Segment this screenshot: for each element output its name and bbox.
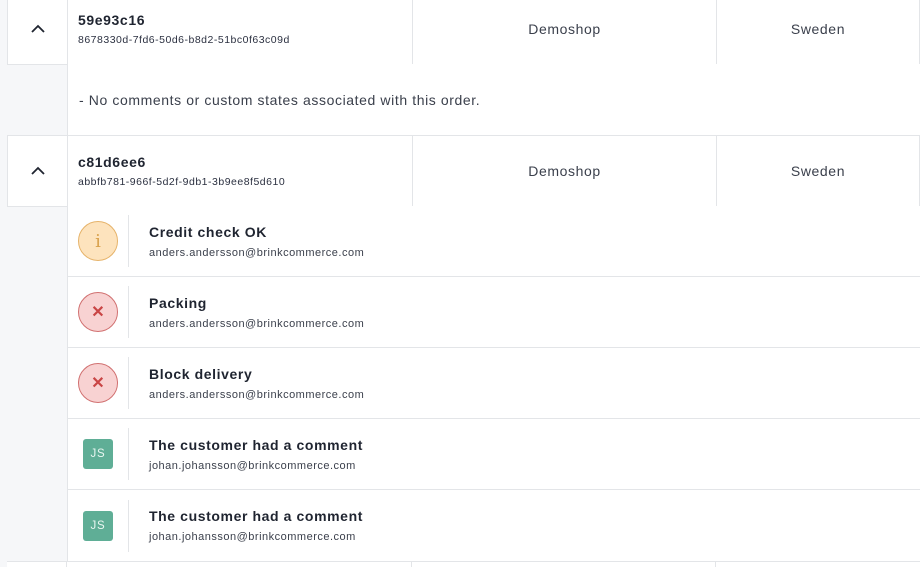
comment-author: johan.johansson@brinkcommerce.com xyxy=(149,531,356,543)
comment-title: Credit check OK xyxy=(149,223,267,240)
user-avatar: JS xyxy=(83,510,113,541)
comment-title: The customer had a comment xyxy=(149,508,363,524)
error-x-icon: ✕ xyxy=(78,292,118,332)
comment-item: i Credit check OK anders.andersson@brink… xyxy=(68,206,920,277)
order-id-cell: 59e93c16 8678330d-7fd6-50d6-b8d2-51bc0f6… xyxy=(68,0,413,64)
comment-title: Block delivery xyxy=(149,365,253,382)
order-reference[interactable]: 59e93c16 xyxy=(78,12,402,28)
collapse-toggle[interactable] xyxy=(8,0,68,64)
order-comments-panel: i Credit check OK anders.andersson@brink… xyxy=(67,206,920,562)
comment-item: JS The customer had a comment johan.joha… xyxy=(68,490,920,561)
empty-comments-message: - No comments or custom states associate… xyxy=(79,91,481,108)
comment-author: anders.andersson@brinkcommerce.com xyxy=(149,388,365,401)
comment-author: johan.johansson@brinkcommerce.com xyxy=(149,459,356,472)
comment-item: JS The customer had a comment johan.joha… xyxy=(68,419,920,490)
comment-title: Packing xyxy=(149,294,207,311)
order-id-cell: c81d6ee6 abbfb781-966f-5d2f-9db1-3b9ee8f… xyxy=(68,136,413,206)
order-row[interactable]: 59e93c16 8678330d-7fd6-50d6-b8d2-51bc0f6… xyxy=(7,0,920,65)
next-order-row-edge xyxy=(7,561,920,567)
collapse-toggle[interactable] xyxy=(8,136,68,206)
comment-item: ✕ Packing anders.andersson@brinkcommerce… xyxy=(68,277,920,348)
comment-item: ✕ Block delivery anders.andersson@brinkc… xyxy=(68,348,920,419)
info-icon: i xyxy=(78,221,118,261)
country: Sweden xyxy=(790,21,846,37)
order-row[interactable]: c81d6ee6 abbfb781-966f-5d2f-9db1-3b9ee8f… xyxy=(7,135,920,207)
user-avatar: JS xyxy=(83,439,113,469)
chevron-up-icon xyxy=(30,24,45,33)
store-name: Demoshop xyxy=(413,136,717,206)
comment-author: anders.andersson@brinkcommerce.com xyxy=(149,317,365,330)
chevron-up-icon xyxy=(30,166,45,175)
country: Sweden xyxy=(790,163,846,179)
error-x-icon: ✕ xyxy=(78,363,118,403)
order-reference[interactable]: c81d6ee6 xyxy=(78,154,402,170)
order-uuid: 8678330d-7fd6-50d6-b8d2-51bc0f63c09d xyxy=(78,34,290,46)
order-uuid: abbfb781-966f-5d2f-9db1-3b9ee8f5d610 xyxy=(78,176,286,188)
order-comments-panel: - No comments or custom states associate… xyxy=(67,64,920,136)
comment-title: The customer had a comment xyxy=(149,436,363,453)
comment-author: anders.andersson@brinkcommerce.com xyxy=(149,246,365,259)
store-name: Demoshop xyxy=(413,0,717,64)
